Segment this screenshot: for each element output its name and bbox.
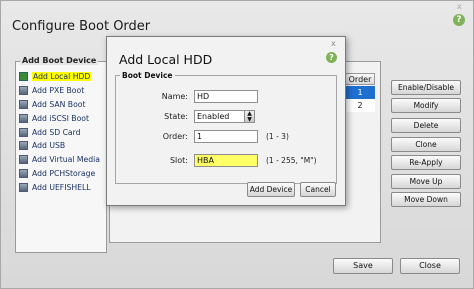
add-pxe-boot-link[interactable]: Add PXE Boot (19, 84, 107, 98)
configure-boot-order-window: Configure Boot Order x ? Add Boot Device… (0, 0, 474, 289)
cancel-button[interactable]: Cancel (300, 182, 336, 197)
boot-item-label: Add UEFISHELL (32, 182, 91, 192)
add-pchstorage-link[interactable]: Add PCHStorage (19, 167, 107, 181)
slot-range-hint: (1 - 255, "M") (266, 156, 317, 165)
add-local-hdd-link[interactable]: Add Local HDD (19, 70, 107, 84)
usb-icon (19, 141, 28, 151)
uefi-shell-icon (19, 182, 28, 192)
order-range-hint: (1 - 3) (266, 132, 289, 141)
storage-icon (19, 168, 28, 178)
add-usb-link[interactable]: Add USB (19, 139, 107, 153)
san-boot-icon (19, 99, 28, 109)
state-select[interactable]: Enabled ▲ ▼ (194, 110, 255, 123)
boot-item-label: Add Local HDD (32, 72, 92, 82)
table-row[interactable]: 2 (345, 99, 375, 112)
state-label: State: (164, 112, 188, 121)
enable-disable-button[interactable]: Enable/Disable (391, 80, 461, 95)
boot-item-label: Add PCHStorage (32, 168, 96, 178)
boot-device-list: Add Local HDD Add PXE Boot Add SAN Boot … (19, 70, 107, 194)
boot-item-label: Add iSCSI Boot (32, 113, 89, 123)
add-boot-device-legend: Add Boot Device (20, 56, 99, 65)
window-title: Configure Boot Order (12, 19, 151, 34)
name-field[interactable]: HD (194, 90, 258, 103)
boot-item-label: Add PXE Boot (32, 86, 85, 96)
table-row[interactable]: 1 (345, 86, 375, 99)
order-column-header[interactable]: Order (345, 73, 375, 85)
select-arrows-icon: ▲ ▼ (244, 111, 254, 122)
slot-label: Slot: (169, 156, 188, 165)
delete-button[interactable]: Delete (391, 118, 461, 133)
name-label: Name: (161, 92, 188, 101)
virtual-media-icon (19, 155, 28, 165)
add-boot-device-panel: Add Boot Device Add Local HDD Add PXE Bo… (15, 56, 107, 253)
move-up-button[interactable]: Move Up (391, 174, 461, 189)
order-label: Order: (162, 132, 188, 141)
dialog-close-icon[interactable]: x (331, 39, 336, 48)
dialog-title: Add Local HDD (119, 52, 213, 67)
order-field[interactable]: 1 (194, 130, 258, 143)
add-iscsi-boot-link[interactable]: Add iSCSI Boot (19, 111, 107, 125)
boot-item-label: Add SAN Boot (32, 99, 86, 109)
modify-button[interactable]: Modify (391, 98, 461, 113)
boot-item-label: Add Virtual Media (32, 155, 100, 165)
boot-item-label: Add SD Card (32, 127, 81, 137)
boot-device-legend: Boot Device (120, 71, 175, 80)
add-san-boot-link[interactable]: Add SAN Boot (19, 98, 107, 112)
boot-item-label: Add USB (32, 141, 66, 151)
help-icon[interactable]: ? (453, 14, 465, 26)
slot-field[interactable]: HBA (194, 154, 258, 167)
add-virtual-media-link[interactable]: Add Virtual Media (19, 153, 107, 167)
network-boot-icon (19, 86, 28, 96)
hdd-icon (19, 72, 28, 82)
add-sd-card-link[interactable]: Add SD Card (19, 125, 107, 139)
sd-card-icon (19, 127, 28, 137)
add-uefishell-link[interactable]: Add UEFISHELL (19, 180, 107, 194)
window-close-icon[interactable]: x (457, 2, 462, 11)
iscsi-icon (19, 113, 28, 123)
state-select-value: Enabled (197, 112, 230, 121)
save-button[interactable]: Save (333, 258, 393, 274)
clone-button[interactable]: Clone (391, 137, 461, 152)
re-apply-button[interactable]: Re-Apply (391, 155, 461, 170)
add-device-button[interactable]: Add Device (247, 182, 295, 197)
close-button[interactable]: Close (400, 258, 460, 274)
dialog-help-icon[interactable]: ? (326, 52, 337, 63)
add-local-hdd-dialog: Add Local HDD x ? Boot Device Name: HD S… (106, 36, 346, 206)
move-down-button[interactable]: Move Down (391, 192, 461, 207)
boot-device-fieldset: Boot Device Name: HD State: Enabled ▲ ▼ O… (115, 71, 337, 184)
